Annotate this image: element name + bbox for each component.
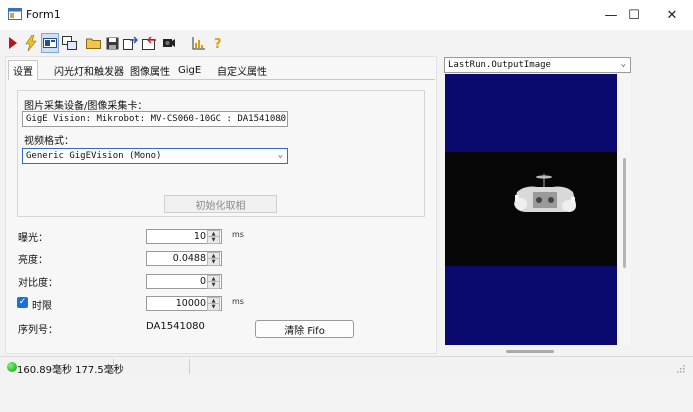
serial-value: DA1541080 [146,321,205,332]
spin-down-icon[interactable]: ▼ [207,281,220,289]
export-icon[interactable] [121,33,139,53]
status-divider [113,359,114,374]
copy-images-icon[interactable] [60,33,78,53]
spin-down-icon[interactable]: ▼ [207,303,220,311]
exposure-input[interactable]: 10 ▲ ▼ [146,229,222,244]
tab-image-properties[interactable]: 图像属性 [126,62,174,78]
tab-flash-trigger[interactable]: 闪光灯和触发器 [50,62,128,78]
vertical-scroll-thumb[interactable] [623,158,626,268]
open-folder-icon[interactable] [84,33,102,53]
run-icon[interactable] [4,33,22,53]
device-select-value: GigE Vision: Mikrobot: MV-CS060-10GC : D… [26,114,287,124]
title-bar [0,0,693,30]
camera-image [445,152,617,266]
tab-custom-properties[interactable]: 自定义属性 [213,62,271,78]
inspected-part-image [514,174,576,212]
contrast-label: 对比度： [18,278,58,289]
status-divider [189,359,190,374]
spin-down-icon[interactable]: ▼ [207,236,220,244]
brightness-label: 亮度： [18,255,48,266]
format-select-value: Generic GigEVision (Mono) [26,151,162,161]
serial-label: 序列号： [18,325,58,336]
brightness-input[interactable]: 0.0488 ▲ ▼ [146,251,222,266]
maximize-button[interactable]: ☐ [614,0,654,30]
image-source-select[interactable]: LastRun.OutputImage ⌄ [444,57,631,73]
exposure-unit: ms [232,230,244,239]
format-select[interactable]: Generic GigEVision (Mono) ⌄ [22,148,288,164]
close-button[interactable]: ✕ [652,0,692,30]
timeout-label: 时限 [32,301,52,312]
timeout-unit: ms [232,297,244,306]
contrast-value: 0 [199,276,206,287]
device-select[interactable]: GigE Vision: Mikrobot: MV-CS060-10GC : D… [22,111,288,127]
save-icon[interactable] [103,33,121,53]
timeout-value: 10000 [175,298,206,309]
toolbar: ? [0,33,693,55]
chart-icon[interactable] [190,33,208,53]
horizontal-scroll-thumb[interactable] [506,350,554,353]
spin-down-icon[interactable]: ▼ [207,258,220,266]
tab-gige[interactable]: GigE [174,62,205,78]
clear-fifo-button[interactable]: 清除 Fifo [255,320,354,338]
tab-settings[interactable]: 设置 [8,60,38,80]
image-source-value: LastRun.OutputImage [448,60,551,70]
timeout-checkbox[interactable]: ✓ [17,297,28,308]
status-timing: 160.89毫秒 177.5毫秒 [17,365,124,376]
resize-grip-icon[interactable] [676,364,685,373]
timeout-input[interactable]: 10000 ▲ ▼ [146,296,222,311]
brightness-value: 0.0488 [172,253,206,264]
status-indicator-icon [7,362,17,372]
exposure-value: 10 [193,231,206,242]
exposure-label: 曝光： [18,233,48,244]
chevron-down-icon: ⌄ [277,150,283,160]
window-title: Form1 [26,8,61,21]
lightning-icon[interactable] [22,33,40,53]
display-icon[interactable] [41,33,59,53]
initialize-acquisition-button[interactable]: 初始化取相 [164,195,277,213]
app-icon [8,8,22,20]
help-icon[interactable]: ? [209,33,227,53]
device-label: 图片采集设备/图像采集卡： [24,101,148,112]
contrast-input[interactable]: 0 ▲ ▼ [146,274,222,289]
import-icon[interactable] [140,33,158,53]
chevron-down-icon: ⌄ [277,113,283,123]
camera-icon[interactable] [159,33,177,53]
svg-text:?: ? [214,37,222,50]
format-label: 视频格式： [24,136,74,147]
chevron-down-icon: ⌄ [620,59,626,69]
